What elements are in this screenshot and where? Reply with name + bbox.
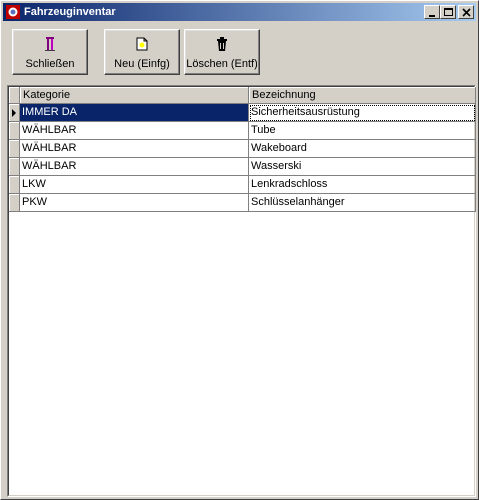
table-row[interactable]: IMMER DA Sicherheitsausrüstung bbox=[9, 104, 476, 122]
close-window-button[interactable]: Schließen bbox=[12, 29, 88, 75]
table-row[interactable]: PKW Schlüsselanhänger bbox=[9, 194, 476, 212]
exit-door-icon bbox=[45, 37, 55, 51]
table-row[interactable]: WÄHLBAR Tube bbox=[9, 122, 476, 140]
cell-bezeichnung[interactable]: Wasserski bbox=[249, 158, 476, 176]
row-selector[interactable] bbox=[9, 104, 20, 122]
cell-bezeichnung[interactable]: Sicherheitsausrüstung bbox=[249, 104, 476, 122]
cell-bezeichnung[interactable]: Schlüsselanhänger bbox=[249, 194, 476, 212]
table-row[interactable]: WÄHLBAR Wakeboard bbox=[9, 140, 476, 158]
app-icon bbox=[6, 5, 20, 19]
delete-button[interactable]: Löschen (Entf) bbox=[184, 29, 260, 75]
column-header-bezeichnung[interactable]: Bezeichnung bbox=[249, 87, 476, 104]
row-selector[interactable] bbox=[9, 194, 20, 212]
trash-icon bbox=[217, 37, 227, 51]
new-document-icon bbox=[136, 37, 148, 51]
table-row[interactable]: WÄHLBAR Wasserski bbox=[9, 158, 476, 176]
row-selector[interactable] bbox=[9, 122, 20, 140]
app-window: Fahrzeuginventar Schließen Neu (Einfg) L… bbox=[0, 0, 479, 500]
cell-bezeichnung[interactable]: Wakeboard bbox=[249, 140, 476, 158]
table-row[interactable]: LKW Lenkradschloss bbox=[9, 176, 476, 194]
minimize-button[interactable] bbox=[424, 5, 440, 19]
close-icon bbox=[462, 8, 471, 17]
title-bar[interactable]: Fahrzeuginventar bbox=[3, 3, 476, 21]
cell-kategorie[interactable]: LKW bbox=[20, 176, 249, 194]
cell-bezeichnung[interactable]: Tube bbox=[249, 122, 476, 140]
cell-bezeichnung[interactable]: Lenkradschloss bbox=[249, 176, 476, 194]
close-window-label: Schließen bbox=[25, 58, 75, 70]
cell-kategorie[interactable]: PKW bbox=[20, 194, 249, 212]
cell-kategorie[interactable]: WÄHLBAR bbox=[20, 122, 249, 140]
new-button[interactable]: Neu (Einfg) bbox=[104, 29, 180, 75]
close-button[interactable] bbox=[458, 5, 474, 19]
current-row-arrow-icon bbox=[12, 109, 16, 117]
row-header-corner bbox=[9, 87, 20, 104]
new-label: Neu (Einfg) bbox=[114, 58, 170, 70]
cell-kategorie[interactable]: WÄHLBAR bbox=[20, 140, 249, 158]
cell-kategorie[interactable]: WÄHLBAR bbox=[20, 158, 249, 176]
row-selector[interactable] bbox=[9, 140, 20, 158]
maximize-button[interactable] bbox=[440, 5, 456, 19]
row-selector[interactable] bbox=[9, 158, 20, 176]
column-header-kategorie[interactable]: Kategorie bbox=[20, 87, 249, 104]
delete-label: Löschen (Entf) bbox=[186, 58, 258, 70]
maximize-icon bbox=[444, 8, 453, 16]
cell-kategorie[interactable]: IMMER DA bbox=[20, 104, 249, 122]
minimize-icon bbox=[429, 15, 435, 17]
inventory-grid[interactable]: Kategorie Bezeichnung IMMER DA Sicherhei… bbox=[7, 85, 476, 497]
window-title: Fahrzeuginventar bbox=[24, 6, 116, 18]
row-selector[interactable] bbox=[9, 176, 20, 194]
